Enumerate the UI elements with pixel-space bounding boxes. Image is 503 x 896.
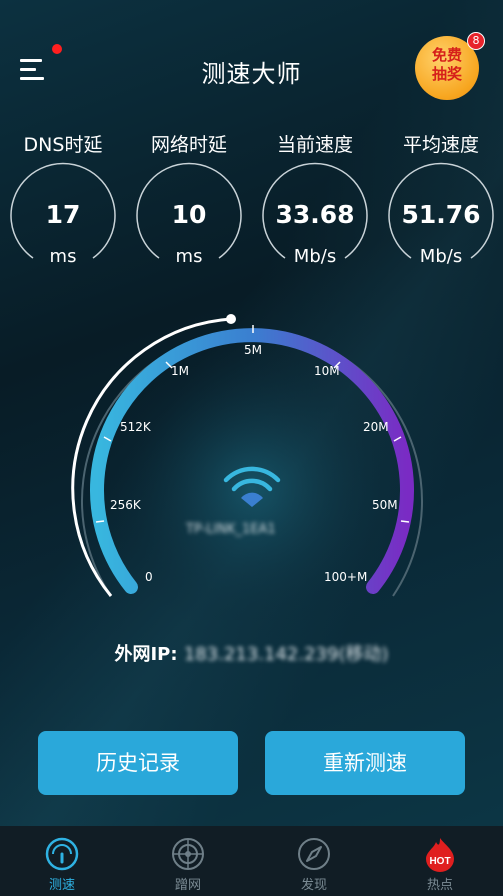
metric-label: 网络时延 (150, 134, 227, 156)
gauge-label-0: 0 (145, 570, 153, 584)
lottery-label-line2: 抽奖 (431, 65, 462, 83)
gauge-label-256k: 256K (110, 498, 141, 512)
app-header: 测速大师 免费 抽奖 8 (0, 0, 503, 110)
metric-value: 10 (171, 200, 207, 229)
compass-icon (298, 838, 330, 870)
tab-label: 发现 (300, 878, 327, 893)
gauge-label-100m: 100+M (324, 570, 368, 584)
metric-label: 当前速度 (276, 134, 353, 156)
ip-label: 外网IP: (114, 644, 178, 665)
metric-value: 51.76 (401, 200, 481, 229)
tab-discover[interactable]: 发现 (274, 826, 354, 896)
bottom-tab-bar: 测速 蹭网 发现 HOT 热点 (0, 826, 503, 896)
metric-dns-latency: DNS时延 17 ms (7, 130, 119, 270)
metric-unit: Mb/s (293, 246, 337, 267)
history-button[interactable]: 历史记录 (38, 731, 238, 795)
gauge-label-512k: 512K (120, 420, 151, 434)
hot-icon: HOT (426, 838, 454, 872)
metric-unit: ms (175, 246, 203, 267)
tab-label: 测速 (48, 878, 75, 893)
radar-icon (172, 838, 204, 870)
tab-speedtest[interactable]: 测速 (22, 826, 102, 896)
lottery-count-badge: 8 (467, 32, 485, 50)
speed-gauge: 0 256K 512K 1M 5M 10M 20M 50M 100+M (0, 300, 503, 620)
lottery-label-line1: 免费 (431, 46, 462, 64)
external-ip: 外网IP: 183.213.142.239(移动) (0, 640, 503, 666)
tab-label: 热点 (426, 878, 453, 893)
metric-current-speed: 当前速度 33.68 Mb/s (259, 130, 371, 270)
notification-dot (52, 44, 62, 54)
free-lottery-button[interactable]: 免费 抽奖 8 (411, 32, 485, 104)
speedometer-icon (45, 837, 79, 871)
gauge-label-1m: 1M (171, 364, 189, 378)
gauge-label-5m: 5M (244, 343, 262, 357)
gauge-label-50m: 50M (372, 498, 398, 512)
metric-unit: Mb/s (419, 246, 463, 267)
metric-value: 17 (45, 200, 81, 229)
ip-value: 183.213.142.239(移动) (183, 644, 389, 665)
metric-network-latency: 网络时延 10 ms (133, 130, 245, 270)
metric-label: 平均速度 (402, 134, 479, 156)
retest-button[interactable]: 重新测速 (265, 731, 465, 795)
metric-value: 33.68 (275, 200, 355, 229)
metric-average-speed: 平均速度 51.76 Mb/s (385, 130, 497, 270)
gauge-label-20m: 20M (363, 420, 389, 434)
metric-label: DNS时延 (23, 134, 103, 156)
gauge-label-10m: 10M (314, 364, 340, 378)
tab-wifi-share[interactable]: 蹭网 (148, 826, 228, 896)
gauge-needle-dot (226, 314, 236, 324)
metric-unit: ms (49, 246, 77, 267)
svg-text:HOT: HOT (429, 856, 450, 867)
tab-label: 蹭网 (174, 878, 201, 893)
wifi-ssid: TP-LINK_1EA1 (186, 522, 276, 537)
tab-hot[interactable]: HOT 热点 (400, 826, 480, 896)
